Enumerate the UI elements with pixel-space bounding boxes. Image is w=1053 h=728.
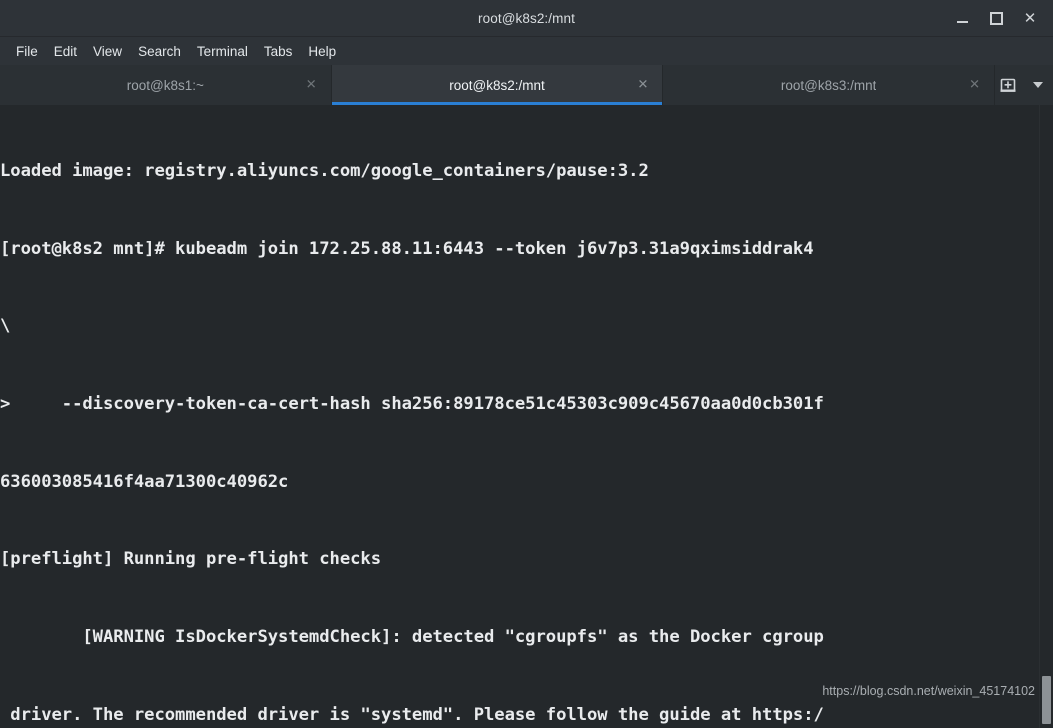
chevron-down-icon [1033, 82, 1043, 88]
terminal-line: [preflight] Running pre-flight checks [0, 549, 382, 570]
menu-item-file[interactable]: File [8, 41, 46, 62]
close-button[interactable]: ✕ [1013, 1, 1047, 35]
tab-close-icon[interactable]: ✕ [969, 79, 980, 92]
tab-label: root@k8s3:/mnt [780, 77, 877, 93]
tab-label: root@k8s1:~ [126, 77, 204, 93]
close-icon: ✕ [1023, 8, 1037, 27]
tab-list-menu-button[interactable] [1029, 76, 1047, 94]
tab-list: root@k8s1:~ ✕ root@k8s2:/mnt ✕ root@k8s3… [0, 65, 996, 105]
terminal-output: Loaded image: registry.aliyuncs.com/goog… [0, 107, 1041, 728]
title-bar: root@k8s2:/mnt ✕ [0, 0, 1053, 37]
terminal-line: [WARNING IsDockerSystemdCheck]: detected… [0, 627, 824, 648]
scrollbar-thumb[interactable] [1042, 676, 1051, 724]
minimize-button[interactable] [945, 1, 979, 35]
minimize-icon [956, 20, 968, 23]
tab-k8s1[interactable]: root@k8s1:~ ✕ [0, 65, 332, 105]
menu-bar: File Edit View Search Terminal Tabs Help [0, 37, 1053, 65]
terminal-window: root@k8s2:/mnt ✕ File Edit View Search T… [0, 0, 1053, 728]
tab-bar: root@k8s1:~ ✕ root@k8s2:/mnt ✕ root@k8s3… [0, 65, 1053, 105]
terminal-line: Loaded image: registry.aliyuncs.com/goog… [0, 160, 649, 181]
menu-item-search[interactable]: Search [130, 41, 189, 62]
terminal-line: driver. The recommended driver is "syste… [0, 704, 824, 725]
window-title: root@k8s2:/mnt [478, 10, 575, 26]
terminal-screen[interactable]: Loaded image: registry.aliyuncs.com/goog… [0, 105, 1053, 728]
tab-close-icon[interactable]: ✕ [637, 79, 648, 92]
tab-label: root@k8s2:/mnt [449, 77, 545, 93]
menu-item-view[interactable]: View [85, 41, 130, 62]
terminal-line: > --discovery-token-ca-cert-hash sha256:… [0, 393, 824, 414]
tab-bar-actions [995, 65, 1053, 105]
menu-item-tabs[interactable]: Tabs [256, 41, 301, 62]
terminal-scrollbar[interactable] [1039, 105, 1053, 728]
maximize-icon [989, 11, 1003, 25]
menu-item-edit[interactable]: Edit [46, 41, 85, 62]
terminal-line: [root@k8s2 mnt]# kubeadm join 172.25.88.… [0, 238, 814, 259]
terminal-line: 636003085416f4aa71300c40962c [0, 471, 289, 492]
tab-close-icon[interactable]: ✕ [306, 79, 317, 92]
menu-item-help[interactable]: Help [300, 41, 344, 62]
tab-k8s2[interactable]: root@k8s2:/mnt ✕ [331, 65, 664, 105]
terminal-line: \ [0, 316, 11, 337]
maximize-button[interactable] [979, 1, 1013, 35]
new-terminal-icon[interactable] [997, 74, 1019, 96]
tab-k8s3[interactable]: root@k8s3:/mnt ✕ [663, 65, 996, 105]
menu-item-terminal[interactable]: Terminal [189, 41, 256, 62]
window-controls: ✕ [945, 0, 1047, 36]
